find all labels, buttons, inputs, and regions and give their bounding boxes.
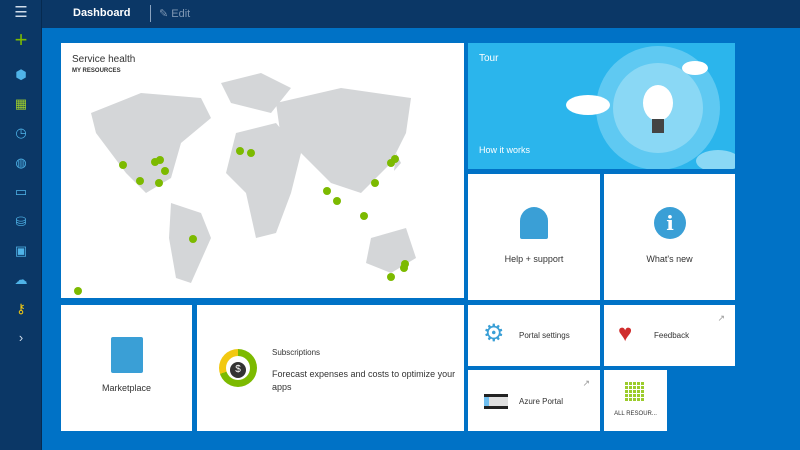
tile-label: Help + support <box>504 254 564 264</box>
edit-label: Edit <box>171 8 191 20</box>
tile-label: Azure Portal <box>519 397 564 406</box>
virtual-machines-icon[interactable]: ▭ <box>10 183 32 201</box>
sql-databases-icon[interactable]: ⛁ <box>10 213 32 231</box>
portal-settings-tile[interactable]: ⚙ Portal settings <box>468 305 600 366</box>
external-link-icon: ↗ <box>717 313 725 323</box>
tile-label: Marketplace <box>101 383 152 393</box>
subscription-donut-icon: $ <box>219 349 257 387</box>
key-icon[interactable]: ⚷ <box>10 300 32 318</box>
tile-label: ALL RESOUR... <box>614 411 657 417</box>
tile-description: Forecast expenses and costs to optimize … <box>272 369 456 392</box>
sidebar: ☰ + ⬢ ▦ ◷ ◍ ▭ ⛁ ▣ ☁ ⚷ › <box>0 0 42 450</box>
marketplace-tile[interactable]: Marketplace <box>61 305 192 431</box>
help-support-icon <box>520 207 548 239</box>
resource-groups-icon[interactable]: ⬢ <box>10 66 32 84</box>
heart-icon: ♥ <box>618 320 633 347</box>
shopping-bag-icon <box>111 337 143 373</box>
expand-chevron-icon[interactable]: › <box>10 329 32 347</box>
tile-label: Portal settings <box>519 331 570 340</box>
new-plus-icon[interactable]: + <box>10 29 32 51</box>
hamburger-icon[interactable]: ☰ <box>0 0 42 26</box>
world-map <box>74 73 416 295</box>
all-resources-tile[interactable]: ALL RESOUR... <box>604 370 667 431</box>
tile-label: What's new <box>646 254 693 264</box>
service-health-tile[interactable]: Service health MY RESOURCES <box>61 43 464 298</box>
page-title: Dashboard <box>73 7 131 19</box>
subscriptions-tile[interactable]: $ Subscriptions Forecast expenses and co… <box>197 305 464 431</box>
cloud-services-icon[interactable]: ▣ <box>10 242 32 260</box>
app-services-icon[interactable]: ◍ <box>10 154 32 172</box>
azure-portal-tile[interactable]: Azure Portal ↗ <box>468 370 600 431</box>
info-icon: i <box>654 207 686 239</box>
tile-label: Feedback <box>654 331 690 340</box>
grid-icon <box>625 381 645 401</box>
whats-new-tile[interactable]: i What's new <box>604 174 735 300</box>
divider <box>150 5 151 22</box>
lightbulb-icon <box>566 46 735 169</box>
feedback-tile[interactable]: ♥ Feedback ↗ <box>604 305 735 366</box>
edit-button[interactable]: ✎ Edit <box>159 7 190 20</box>
external-link-icon: ↗ <box>582 378 590 388</box>
recent-clock-icon[interactable]: ◷ <box>10 124 32 142</box>
top-bar: Dashboard ✎ Edit <box>0 0 800 28</box>
help-support-tile[interactable]: Help + support <box>468 174 600 300</box>
browser-window-icon <box>484 394 508 409</box>
tile-title: Subscriptions <box>272 348 321 357</box>
gear-icon: ⚙ <box>483 320 505 347</box>
all-resources-icon[interactable]: ▦ <box>10 95 32 113</box>
storage-cloud-icon[interactable]: ☁ <box>10 271 32 289</box>
tour-tile[interactable]: Tour How it works <box>468 43 735 169</box>
